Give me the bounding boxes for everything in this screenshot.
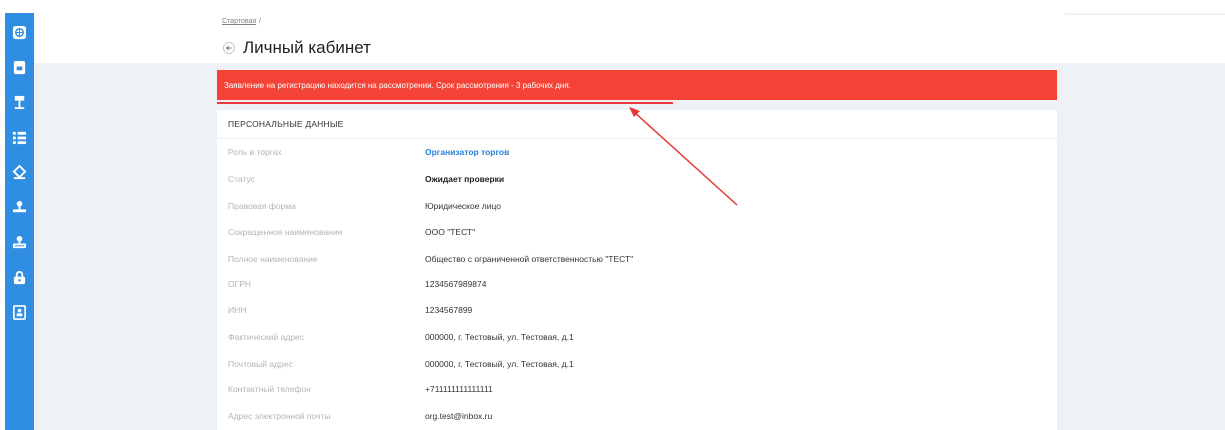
card-header: ПЕРСОНАЛЬНЫЕ ДАННЫЕ (217, 110, 1057, 139)
back-button[interactable] (223, 42, 235, 54)
annotation-underline (217, 102, 673, 104)
row-value: ООО "ТЕСТ" (425, 227, 476, 237)
row-value: 000000, г. Тестовый, ул. Тестовая, д.1 (425, 359, 574, 369)
list-icon[interactable] (12, 130, 27, 145)
row-label: Статус (228, 174, 255, 184)
breadcrumb: Стартовая / (222, 18, 261, 25)
lock-icon[interactable] (12, 270, 27, 285)
row-value: 1234567989874 (425, 279, 487, 289)
role-value-link[interactable]: Организатор торгов (425, 147, 509, 157)
gavel-icon[interactable] (12, 95, 27, 110)
sidebar (5, 13, 34, 430)
data-row-postal-address: Почтовый адрес 000000, г. Тестовый, ул. … (217, 356, 1057, 372)
document-icon[interactable] (12, 60, 27, 75)
data-row-email: Адрес электронной почты org.test@inbox.r… (217, 408, 1057, 424)
alert-text: Заявление на регистрацию находится на ра… (224, 80, 571, 90)
data-row-full-name: Полное наименование Общество с ограничен… (217, 251, 1057, 267)
row-label: Сокращенное наименование (228, 227, 343, 237)
data-row-short-name: Сокращенное наименование ООО "ТЕСТ" (217, 224, 1057, 240)
auction-icon[interactable] (12, 165, 27, 180)
data-row-role: Роль в торгах Организатор торгов (217, 144, 1057, 160)
page-title: Личный кабинет (243, 38, 371, 57)
data-row-status: Статус Ожидает проверки (217, 171, 1057, 187)
registration-status-alert: Заявление на регистрацию находится на ра… (217, 70, 1057, 100)
row-label: Фактический адрес (228, 332, 305, 342)
top-bar-accent (1065, 13, 1225, 15)
personal-data-card: ПЕРСОНАЛЬНЫЕ ДАННЫЕ Роль в торгах Органи… (217, 110, 1057, 430)
contacts-icon[interactable] (12, 305, 27, 320)
row-value: 000000, г. Тестовый, ул. Тестовая, д.1 (425, 332, 574, 342)
row-value: org.test@inbox.ru (425, 411, 493, 421)
row-value: Общество с ограниченной ответственностью… (425, 254, 634, 264)
data-row-phone: Контактный телефон +711111111111111 (217, 381, 1057, 397)
arrow-left-icon (223, 42, 235, 54)
row-label: Правовая форма (228, 201, 296, 211)
breadcrumb-home-link[interactable]: Стартовая (222, 18, 256, 25)
data-row-legal-form: Правовая форма Юридическое лицо (217, 198, 1057, 214)
data-row-inn: ИНН 1234567899 (217, 302, 1057, 318)
row-label: ИНН (228, 305, 247, 315)
row-value: Юридическое лицо (425, 201, 502, 211)
stamp-icon[interactable] (12, 200, 27, 215)
data-row-ogrn: ОГРН 1234567989874 (217, 276, 1057, 292)
row-label: Почтовый адрес (228, 359, 293, 369)
row-label: Контактный телефон (228, 384, 311, 394)
row-value: 1234567899 (425, 305, 473, 315)
status-value: Ожидает проверки (425, 174, 505, 184)
globe-icon[interactable] (12, 25, 27, 40)
data-row-actual-address: Фактический адрес 000000, г. Тестовый, у… (217, 329, 1057, 345)
row-label: Роль в торгах (228, 147, 282, 157)
stamp-alt-icon[interactable] (12, 235, 27, 250)
row-label: Полное наименование (228, 254, 318, 264)
row-label: Адрес электронной почты (228, 411, 331, 421)
row-label: ОГРН (228, 279, 252, 289)
row-value: +711111111111111 (425, 384, 493, 394)
top-bar (34, 13, 1225, 63)
breadcrumb-separator: / (259, 18, 262, 25)
